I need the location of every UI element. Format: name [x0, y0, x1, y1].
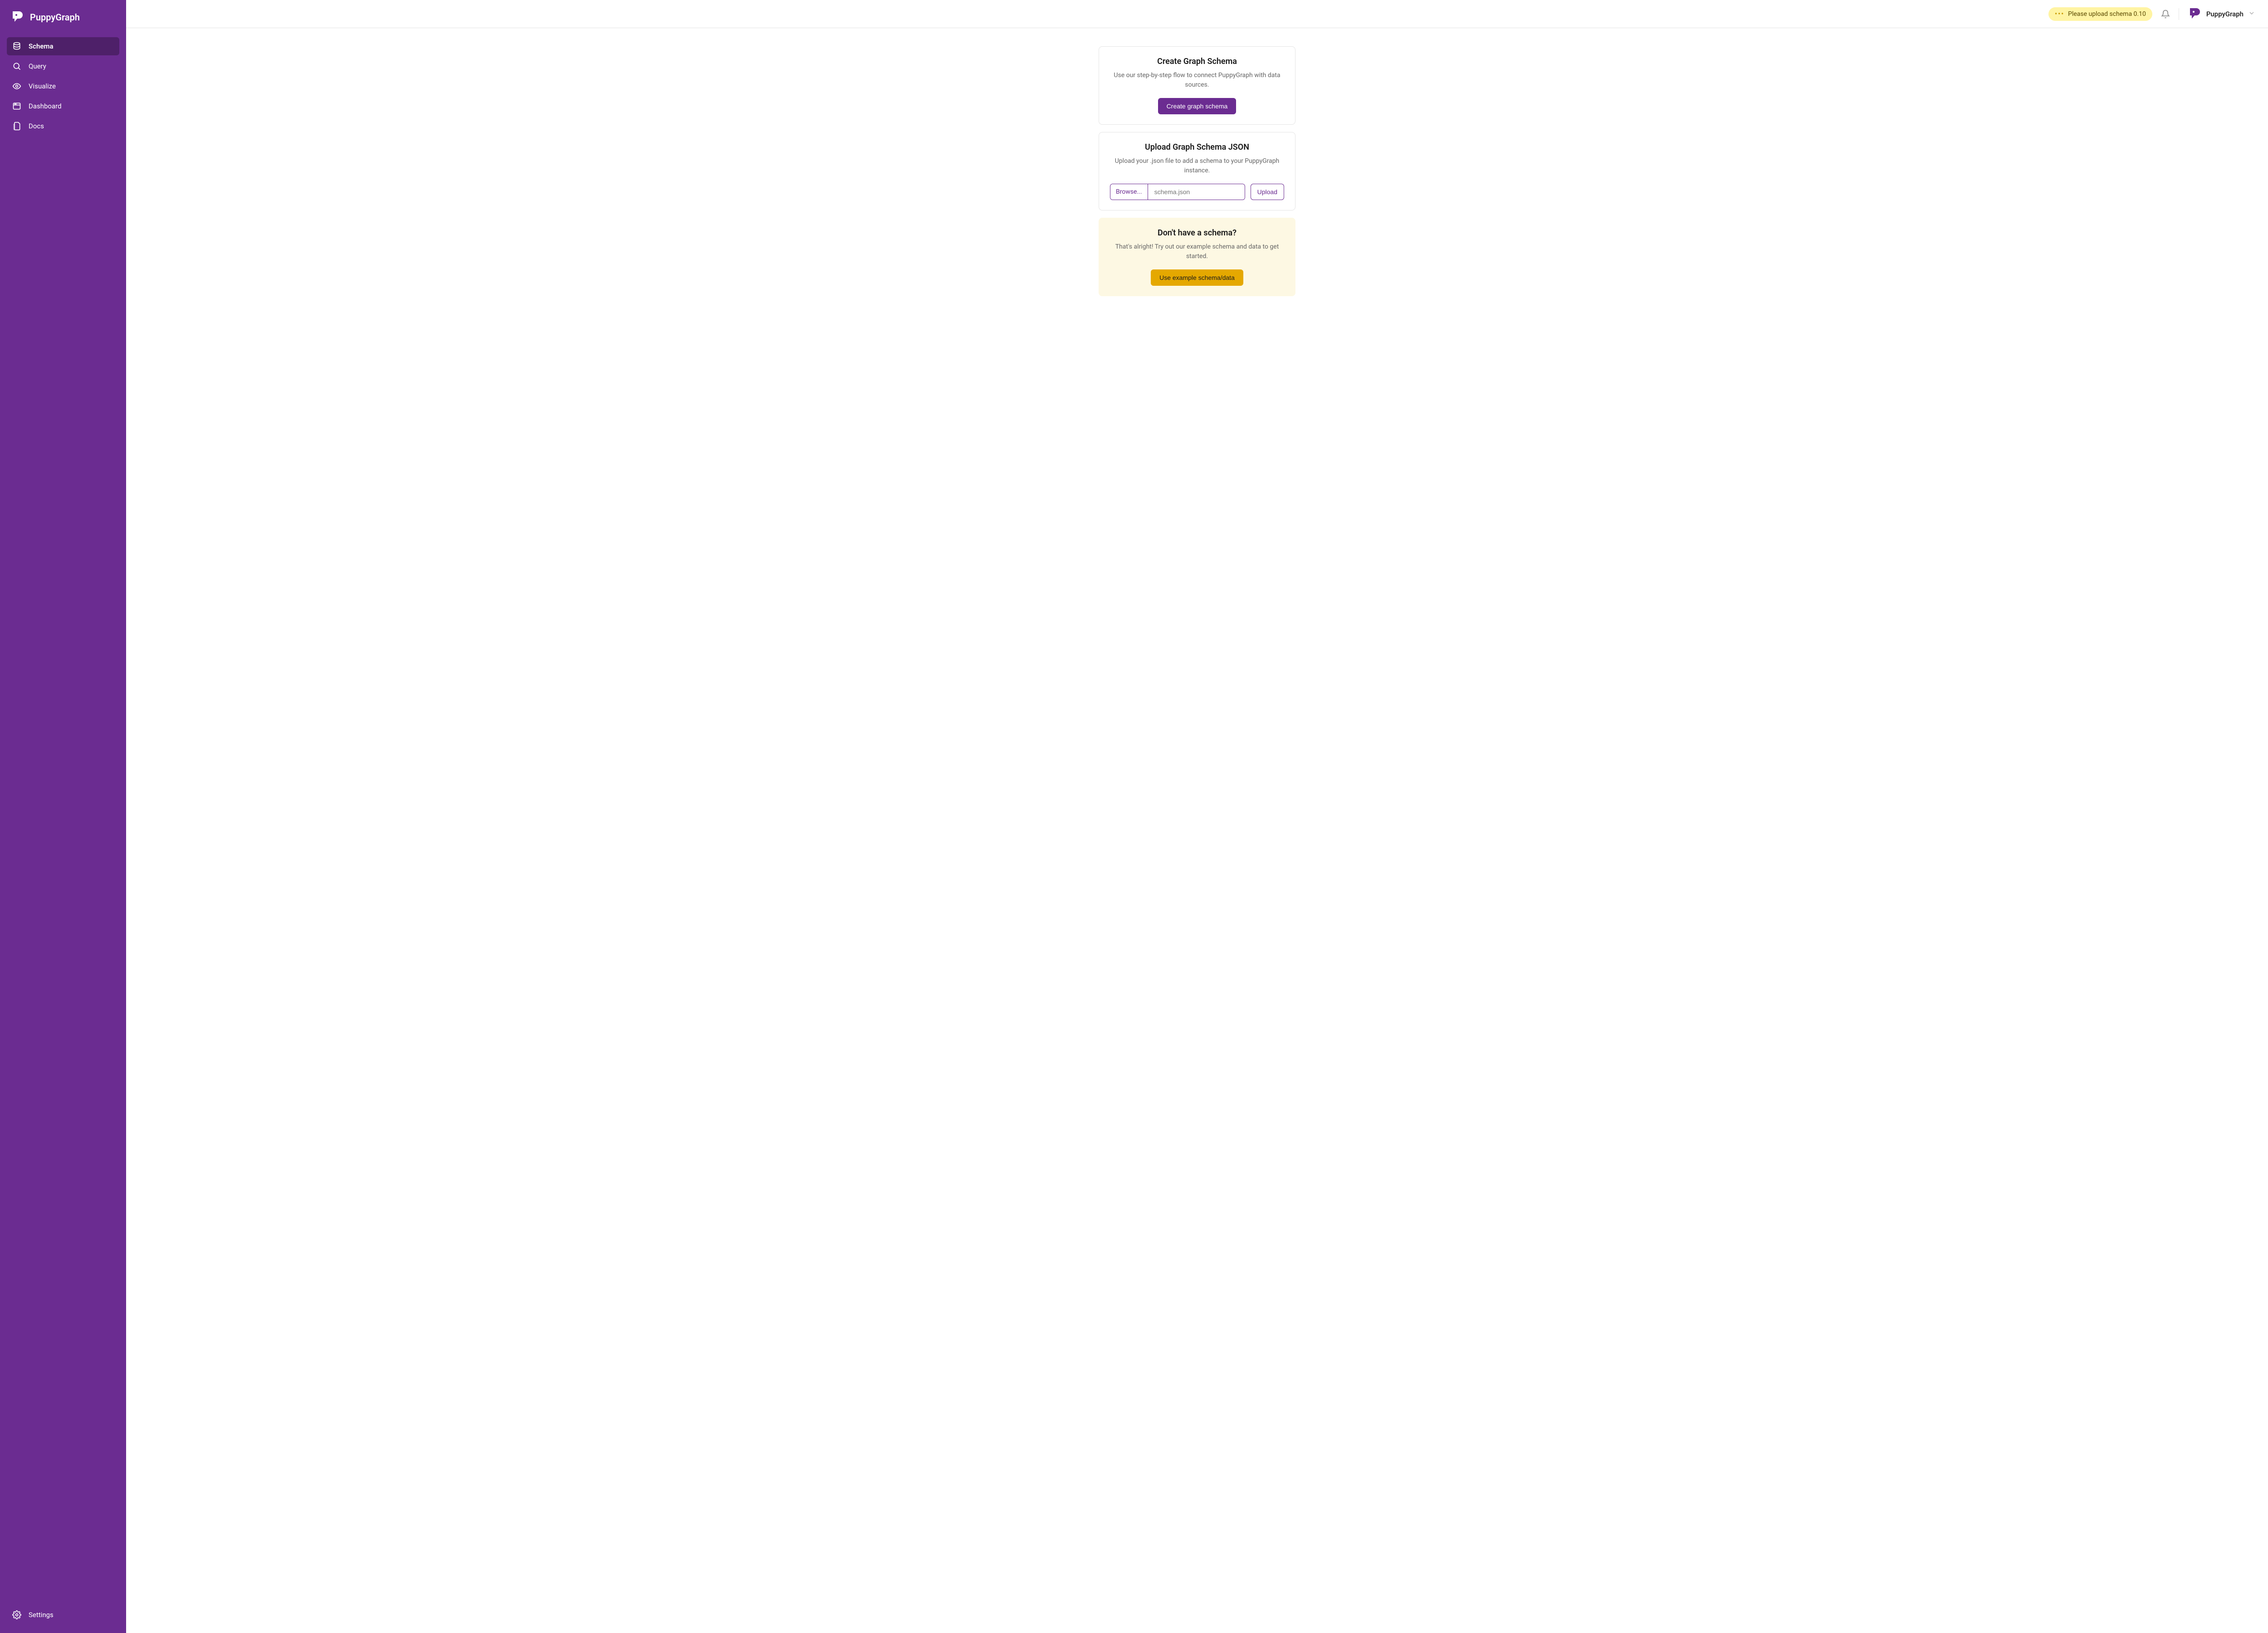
sidebar-item-visualize[interactable]: Visualize	[7, 77, 119, 95]
sidebar-item-query[interactable]: Query	[7, 57, 119, 75]
nav: Schema Query Visualize	[0, 33, 126, 140]
sidebar: PuppyGraph Schema Query	[0, 0, 126, 1633]
sidebar-item-label: Settings	[29, 1611, 54, 1619]
notice-pill: ••• Please upload schema 0.10	[2048, 7, 2152, 21]
eye-icon	[12, 82, 21, 91]
file-name-input[interactable]	[1148, 184, 1245, 200]
dashboard-icon	[12, 102, 21, 111]
sidebar-item-schema[interactable]: Schema	[7, 37, 119, 55]
sidebar-item-label: Docs	[29, 122, 44, 130]
card-title: Don't have a schema?	[1110, 228, 1284, 238]
chevron-down-icon	[2248, 10, 2255, 19]
sidebar-item-label: Visualize	[29, 82, 56, 90]
card-desc: Use our step-by-step flow to connect Pup…	[1110, 71, 1284, 90]
user-name: PuppyGraph	[2206, 10, 2244, 18]
sidebar-item-label: Schema	[29, 42, 54, 50]
create-schema-button[interactable]: Create graph schema	[1158, 98, 1237, 114]
database-icon	[12, 42, 21, 51]
user-menu[interactable]: PuppyGraph	[2187, 7, 2255, 21]
sidebar-item-docs[interactable]: Docs	[7, 117, 119, 135]
topbar: ••• Please upload schema 0.10 PuppyGraph	[126, 0, 2268, 28]
notifications-button[interactable]	[2160, 9, 2170, 19]
card-desc: Upload your .json file to add a schema t…	[1110, 156, 1284, 176]
user-logo-icon	[2187, 7, 2202, 21]
brand-name: PuppyGraph	[30, 12, 80, 23]
gear-icon	[12, 1610, 21, 1619]
main: ••• Please upload schema 0.10 PuppyGraph	[126, 0, 2268, 1633]
sidebar-bottom: Settings	[0, 1606, 126, 1633]
use-example-button[interactable]: Use example schema/data	[1151, 269, 1243, 286]
upload-button[interactable]: Upload	[1251, 184, 1284, 200]
sidebar-item-label: Dashboard	[29, 102, 62, 110]
file-picker: Browse...	[1110, 184, 1245, 200]
sidebar-item-label: Query	[29, 62, 46, 70]
bell-icon	[2161, 10, 2170, 19]
search-icon	[12, 62, 21, 71]
upload-row: Browse... Upload	[1110, 184, 1284, 200]
brand: PuppyGraph	[0, 0, 126, 33]
card-title: Upload Graph Schema JSON	[1110, 142, 1284, 152]
sidebar-item-dashboard[interactable]: Dashboard	[7, 97, 119, 115]
card-title: Create Graph Schema	[1110, 57, 1284, 66]
sidebar-item-settings[interactable]: Settings	[7, 1606, 119, 1624]
browse-button[interactable]: Browse...	[1110, 184, 1148, 200]
brand-logo-icon	[10, 10, 24, 24]
content: Create Graph Schema Use our step-by-step…	[126, 28, 2268, 1633]
create-schema-card: Create Graph Schema Use our step-by-step…	[1099, 46, 1295, 125]
loading-dots-icon: •••	[2055, 10, 2064, 18]
notice-text: Please upload schema 0.10	[2068, 10, 2146, 18]
example-schema-card: Don't have a schema? That's alright! Try…	[1099, 218, 1295, 296]
document-icon	[12, 122, 21, 131]
upload-schema-card: Upload Graph Schema JSON Upload your .js…	[1099, 132, 1295, 210]
card-desc: That's alright! Try out our example sche…	[1110, 242, 1284, 261]
